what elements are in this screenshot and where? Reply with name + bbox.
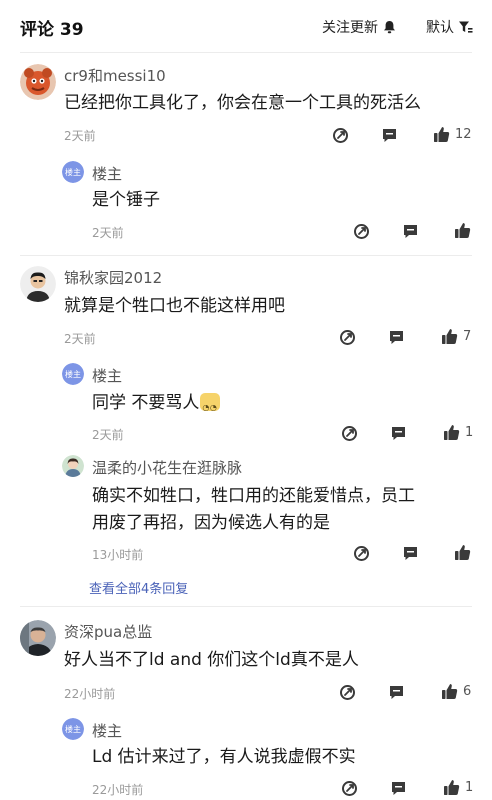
reply-time: 2天前 — [92, 428, 124, 442]
reply-button[interactable] — [381, 127, 398, 144]
share-icon — [342, 781, 357, 796]
comment-author[interactable]: cr9和messi10 — [64, 65, 166, 86]
comment-divider — [20, 255, 472, 256]
thumbs-up-icon — [442, 684, 458, 699]
avatar[interactable]: 楼主 — [62, 363, 84, 385]
share-icon — [340, 685, 355, 700]
reply-author[interactable]: 楼主 — [92, 163, 122, 184]
reply-button[interactable] — [390, 425, 407, 442]
like-button[interactable]: 7 — [441, 328, 471, 345]
comment-time: 22小时前 — [64, 687, 116, 701]
reply-button[interactable] — [388, 684, 405, 701]
comment-icon — [390, 331, 403, 344]
comment-author[interactable]: 资深pua总监 — [64, 621, 152, 642]
comment-icon — [392, 782, 405, 795]
share-icon — [333, 128, 348, 143]
thumbs-up-icon — [442, 329, 458, 344]
share-icon — [340, 330, 355, 345]
reply-text-line-2: 用废了再招，因为候选人有的是 — [92, 513, 330, 533]
like-button[interactable] — [454, 222, 471, 239]
share-button[interactable] — [341, 425, 358, 442]
comment-icon — [404, 547, 417, 560]
reply-time: 13小时前 — [92, 548, 144, 562]
like-button[interactable]: 6 — [441, 683, 471, 700]
reply-text: 同学 不要骂人 — [92, 390, 221, 421]
share-button[interactable] — [339, 684, 356, 701]
filter-icon — [459, 21, 473, 33]
avatar[interactable] — [20, 266, 56, 302]
like-count: 12 — [455, 127, 472, 142]
reply-button[interactable] — [402, 223, 419, 240]
avatar-label: 楼主 — [62, 363, 84, 385]
comment-time: 2天前 — [64, 129, 96, 143]
share-button[interactable] — [353, 545, 370, 562]
bell-icon — [384, 21, 395, 34]
emoji-icon — [200, 393, 221, 421]
reply-button[interactable] — [402, 545, 419, 562]
comment-text: 就算是个牲口也不能这样用吧 — [64, 296, 285, 316]
reply-button[interactable] — [388, 329, 405, 346]
comment-icon — [383, 129, 396, 142]
sort-dropdown[interactable]: 默认 — [426, 17, 473, 37]
reply-text-content: 同学 不要骂人 — [92, 393, 200, 413]
like-button[interactable]: 1 — [443, 779, 473, 796]
view-all-replies-link[interactable]: 查看全部4条回复 — [89, 578, 188, 597]
avatar[interactable]: 楼主 — [62, 161, 84, 183]
header-divider — [20, 52, 472, 53]
comment-divider — [20, 606, 472, 607]
thumbs-up-icon — [455, 223, 471, 238]
like-count: 1 — [465, 425, 474, 440]
comment-icon — [390, 686, 403, 699]
reply-text: Ld 估计来过了，有人说我虚假不实 — [92, 747, 356, 767]
comment-time: 2天前 — [64, 332, 96, 346]
like-count: 1 — [465, 780, 474, 795]
reply-button[interactable] — [390, 780, 407, 797]
follow-updates-label: 关注更新 — [322, 20, 378, 36]
reply-author[interactable]: 温柔的小花生在逛脉脉 — [92, 457, 242, 478]
thumbs-up-icon — [444, 780, 460, 795]
comment-text: 已经把你工具化了，你会在意一个工具的死活么 — [64, 93, 421, 113]
thumbs-up-icon — [444, 425, 460, 440]
share-icon — [354, 546, 369, 561]
follow-updates-button[interactable]: 关注更新 — [322, 17, 396, 37]
share-button[interactable] — [339, 329, 356, 346]
like-button[interactable] — [454, 544, 471, 561]
share-icon — [342, 426, 357, 441]
reply-author[interactable]: 楼主 — [92, 720, 122, 741]
reply-text-line-1: 确实不如牲口，牲口用的还能爱惜点，员工 — [92, 486, 415, 506]
like-button[interactable]: 12 — [433, 126, 472, 143]
thumbs-up-icon — [434, 127, 450, 142]
comment-text: 好人当不了ld and 你们这个ld真不是人 — [64, 650, 359, 670]
avatar[interactable] — [62, 455, 84, 477]
share-button[interactable] — [332, 127, 349, 144]
comments-header: 评论 39 关注更新 默认 — [0, 0, 492, 52]
like-count: 6 — [463, 684, 472, 699]
thumbs-up-icon — [455, 545, 471, 560]
sort-label: 默认 — [426, 20, 454, 36]
avatar[interactable] — [20, 620, 56, 656]
avatar[interactable]: 楼主 — [62, 718, 84, 740]
comment-icon — [392, 427, 405, 440]
avatar-label: 楼主 — [62, 161, 84, 183]
avatar-label: 楼主 — [62, 718, 84, 740]
reply-time: 22小时前 — [92, 783, 144, 797]
share-button[interactable] — [341, 780, 358, 797]
reply-text: 是个锤子 — [92, 190, 160, 210]
reply-author[interactable]: 楼主 — [92, 365, 122, 386]
comments-title: 评论 39 — [20, 20, 84, 40]
comment-icon — [404, 225, 417, 238]
share-icon — [354, 224, 369, 239]
share-button[interactable] — [353, 223, 370, 240]
like-button[interactable]: 1 — [443, 424, 473, 441]
comment-author[interactable]: 锦秋家园2012 — [64, 267, 162, 288]
like-count: 7 — [463, 329, 472, 344]
reply-time: 2天前 — [92, 226, 124, 240]
avatar[interactable] — [20, 64, 56, 100]
